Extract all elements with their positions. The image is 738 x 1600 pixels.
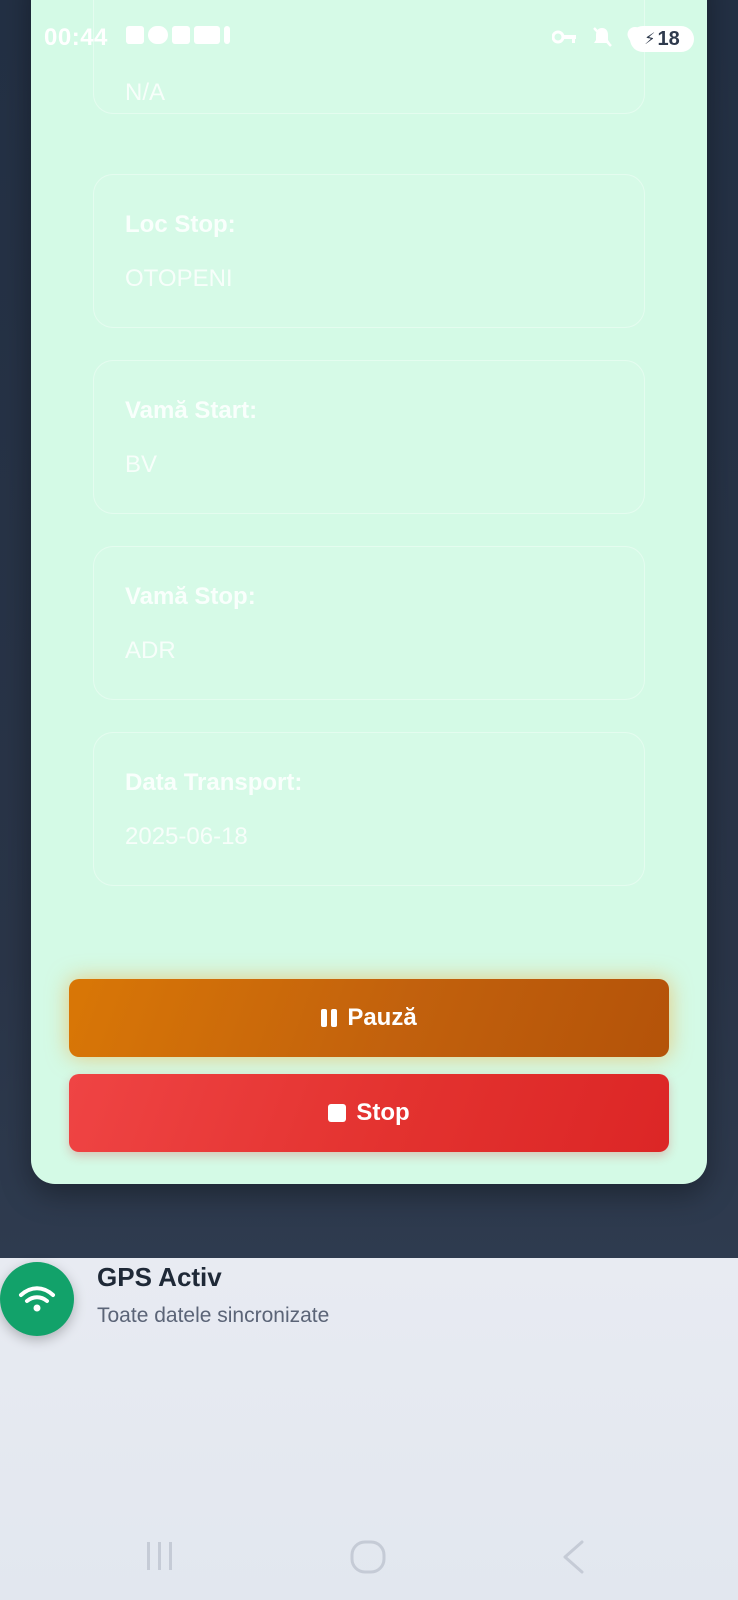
more-notifications-icon xyxy=(224,26,230,44)
gps-status-subtitle: Toate datele sincronizate xyxy=(97,1304,330,1327)
battery-indicator: ⚡ 18 xyxy=(630,26,694,52)
battery-level: 18 xyxy=(657,27,680,50)
transport-details-card: N/A Loc Stop: OTOPENI Vamă Start: BV Vam… xyxy=(31,0,707,1184)
status-time: 00:44 xyxy=(44,24,108,51)
field-label: Data Transport: xyxy=(125,769,303,796)
gallery-notification-icon xyxy=(126,26,144,44)
status-bar: 00:44 ⚡ 18 xyxy=(0,0,738,80)
field-value: 2025-06-18 xyxy=(125,823,248,850)
stop-icon xyxy=(328,1104,347,1122)
messenger-notification-icon xyxy=(172,26,190,44)
field-label: Loc Stop: xyxy=(125,211,236,238)
stop-button[interactable]: Stop xyxy=(69,1074,669,1152)
field-vama-stop: Vamă Stop: ADR xyxy=(93,546,645,700)
field-label: Vamă Stop: xyxy=(125,583,256,610)
field-loc-stop: Loc Stop: OTOPENI xyxy=(93,174,645,328)
field-vama-start: Vamă Start: BV xyxy=(93,360,645,514)
recents-icon[interactable] xyxy=(144,1540,176,1577)
mute-icon xyxy=(592,26,612,53)
wifi-icon xyxy=(0,1262,74,1336)
pause-icon xyxy=(321,1009,338,1027)
field-value: OTOPENI xyxy=(125,265,233,292)
field-value: BV xyxy=(125,451,158,478)
field-value: ADR xyxy=(125,637,176,664)
navigation-bar xyxy=(0,1530,738,1580)
field-label: Vamă Start: xyxy=(125,397,258,424)
gps-status-title: GPS Activ xyxy=(97,1262,222,1292)
vpn-key-icon xyxy=(551,29,578,50)
pause-button[interactable]: Pauză xyxy=(69,979,669,1057)
youtube-notification-icon xyxy=(194,26,220,44)
settings-notification-icon xyxy=(148,26,168,44)
field-data-transport: Data Transport: 2025-06-18 xyxy=(93,732,645,886)
home-icon[interactable] xyxy=(350,1540,386,1579)
pause-button-label: Pauză xyxy=(347,1004,417,1031)
stop-button-label: Stop xyxy=(356,1099,410,1126)
field-value: N/A xyxy=(125,79,166,106)
back-icon[interactable] xyxy=(560,1540,586,1579)
notification-icons xyxy=(126,26,230,44)
charging-icon: ⚡ xyxy=(644,31,656,48)
